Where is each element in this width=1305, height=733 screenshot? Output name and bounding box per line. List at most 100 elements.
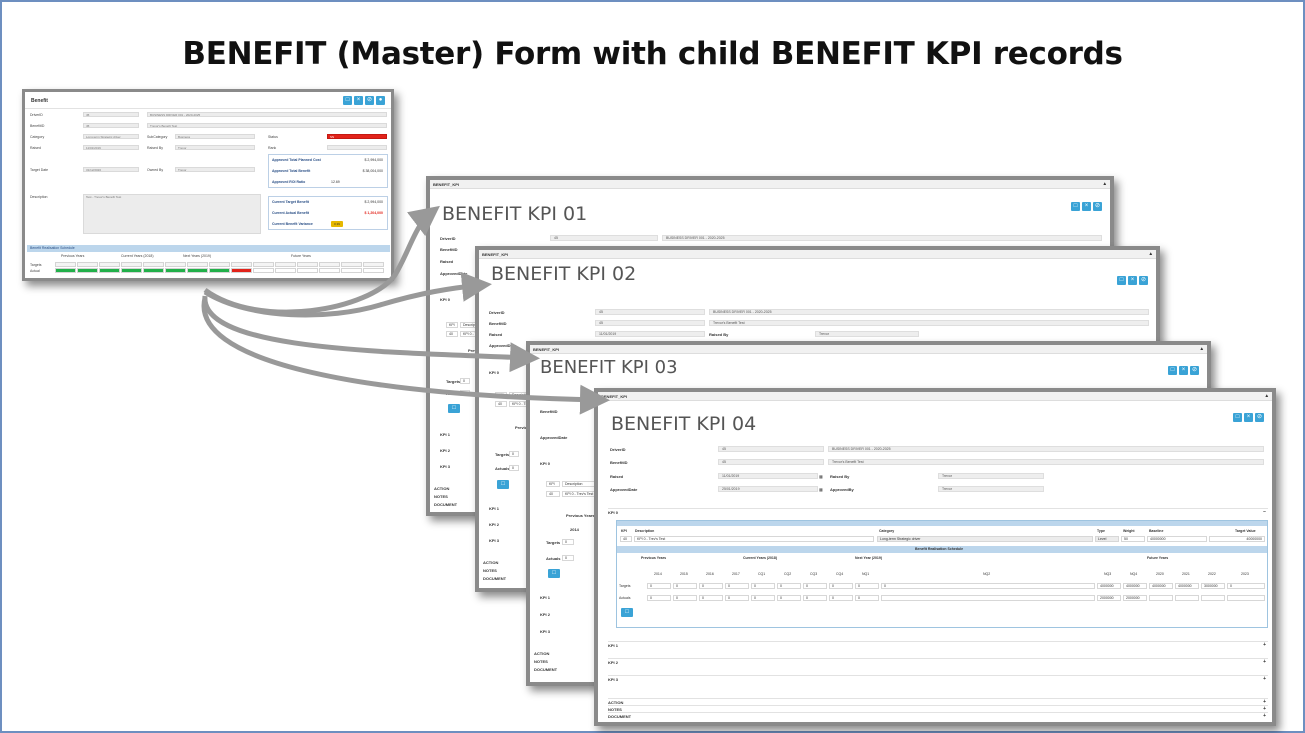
kpi-row-id[interactable]: 40	[546, 491, 560, 497]
notes-section[interactable]: NOTES	[534, 659, 548, 664]
calendar-icon[interactable]: ▦	[819, 474, 823, 479]
driver-name-field[interactable]: BUSINESS DRIVER 001 - 2020-2025	[828, 446, 1264, 452]
save-icon[interactable]: □	[1168, 366, 1177, 375]
kpi-weight-cell[interactable]: 50	[1121, 536, 1145, 542]
target-cell[interactable]: 0	[881, 583, 1095, 589]
kpi1-section-header[interactable]: KPI 1 +	[608, 641, 1268, 648]
kpi-target-value-cell[interactable]: 40000000	[1209, 536, 1265, 542]
driver-id-field[interactable]: 45	[83, 112, 139, 117]
driver-name-field[interactable]: BUSINESS DRIVER 001 - 2020-2025	[147, 112, 387, 117]
add-row-button[interactable]: □	[548, 569, 560, 578]
kpi-row-desc[interactable]: KPI 0 - Trev's Test	[562, 491, 596, 497]
actual-cell[interactable]	[1201, 595, 1225, 601]
driver-id-field[interactable]: 45	[595, 309, 705, 315]
benefit-id-field[interactable]: 45	[718, 459, 824, 465]
subcategory-select[interactable]: Business	[175, 134, 255, 139]
benefit-name-field[interactable]: Trevor's Benefit Test	[147, 123, 387, 128]
kpi-type-select[interactable]: Level	[1095, 536, 1119, 542]
actual-cell[interactable]: 0	[855, 595, 879, 601]
delete-icon[interactable]: ⊘	[365, 96, 374, 105]
save-icon[interactable]: □	[1071, 202, 1080, 211]
close-icon[interactable]: ×	[1244, 413, 1253, 422]
notes-section[interactable]: NOTES +	[608, 705, 1268, 712]
raised-by-select[interactable]: Trevor	[938, 473, 1044, 479]
collapse-icon[interactable]: −	[1263, 509, 1266, 516]
raised-date-field[interactable]: 11/01/2019	[595, 331, 705, 337]
kpi-id-cell[interactable]: 40	[620, 536, 632, 542]
collapse-icon[interactable]: ▴	[1200, 345, 1203, 354]
add-row-button[interactable]: □	[448, 404, 460, 413]
actual-cell[interactable]: 0	[509, 465, 519, 471]
target-date-field[interactable]: 31/12/2020	[83, 167, 139, 172]
expand-icon[interactable]: +	[1263, 642, 1266, 649]
actual-cell[interactable]	[881, 595, 1095, 601]
kpi-row-id[interactable]: 40	[495, 401, 507, 407]
action-section[interactable]: ACTION	[483, 560, 498, 565]
target-cell[interactable]: 0	[1227, 583, 1265, 589]
target-cell[interactable]: 4000000	[1149, 583, 1173, 589]
close-icon[interactable]: ×	[1128, 276, 1137, 285]
delete-icon[interactable]: ⊘	[1190, 366, 1199, 375]
save-icon[interactable]: □	[1233, 413, 1242, 422]
target-cell[interactable]: 0	[460, 378, 470, 384]
kpi3-section-header[interactable]: KPI 3 +	[608, 675, 1268, 682]
owned-by-select[interactable]: Trevor	[175, 167, 255, 172]
expand-icon[interactable]: +	[1263, 659, 1266, 666]
close-icon[interactable]: ×	[1082, 202, 1091, 211]
target-cell[interactable]: 0	[829, 583, 853, 589]
benefit-name-field[interactable]: Trevor's Benefit Test	[709, 320, 1149, 326]
close-icon[interactable]: ×	[1179, 366, 1188, 375]
notes-section[interactable]: NOTES	[434, 494, 448, 499]
actual-cell[interactable]	[1175, 595, 1199, 601]
benefit-id-field[interactable]: 45	[595, 320, 705, 326]
description-textarea[interactable]: Test - Trevor's Benefit Test	[83, 194, 261, 234]
actual-cell[interactable]: 2000000	[1123, 595, 1147, 601]
actual-cell[interactable]: 0	[751, 595, 775, 601]
kpi2-section-header[interactable]: KPI 2 +	[608, 658, 1268, 665]
target-cell[interactable]: 0	[647, 583, 671, 589]
save-icon[interactable]: □	[1117, 276, 1126, 285]
approved-date-field[interactable]: 25/01/2019	[718, 486, 818, 492]
target-cell[interactable]: 0	[509, 451, 519, 457]
approved-by-select[interactable]: Trevor	[938, 486, 1044, 492]
actual-cell[interactable]: 0	[647, 595, 671, 601]
actual-cell[interactable]: 0	[699, 595, 723, 601]
delete-icon[interactable]: ⊘	[1093, 202, 1102, 211]
actual-cell[interactable]: 0	[803, 595, 827, 601]
target-cell[interactable]: 0	[699, 583, 723, 589]
document-section[interactable]: DOCUMENT +	[608, 712, 1268, 719]
expand-icon[interactable]: +	[1263, 713, 1266, 720]
rank-field[interactable]	[327, 145, 387, 150]
delete-icon[interactable]: ⊘	[1139, 276, 1148, 285]
target-cell[interactable]: 4000000	[1123, 583, 1147, 589]
actual-cell[interactable]: 0	[725, 595, 749, 601]
target-cell[interactable]: 4000000	[1097, 583, 1121, 589]
driver-name-field[interactable]: BUSINESS DRIVER 001 - 2020-2025	[662, 235, 1102, 241]
collapse-icon[interactable]: ▴	[1265, 392, 1268, 401]
target-cell[interactable]: 3000000	[1201, 583, 1225, 589]
document-section[interactable]: DOCUMENT	[534, 667, 557, 672]
actual-cell[interactable]: 0	[460, 390, 470, 396]
add-row-button[interactable]: □	[621, 608, 633, 617]
raised-date-field[interactable]: 11/01/2019	[718, 473, 818, 479]
help-icon[interactable]: ●	[376, 96, 385, 105]
benefit-name-field[interactable]: Trevor's Benefit Test	[828, 459, 1264, 465]
expand-icon[interactable]: +	[1263, 676, 1266, 683]
target-cell[interactable]: 0	[777, 583, 801, 589]
target-cell[interactable]: 4000000	[1175, 583, 1199, 589]
category-select[interactable]: Long-term Strategic driver	[83, 134, 139, 139]
target-cell[interactable]: 0	[725, 583, 749, 589]
kpi-baseline-cell[interactable]: 40000000	[1147, 536, 1207, 542]
target-cell[interactable]: 0	[673, 583, 697, 589]
target-cell[interactable]: 0	[803, 583, 827, 589]
raised-date-field[interactable]: 11/01/2019	[83, 145, 139, 150]
kpi-row-id[interactable]: 40	[446, 331, 458, 337]
calendar-icon[interactable]: ▦	[819, 487, 823, 492]
actual-cell[interactable]	[1227, 595, 1265, 601]
action-section[interactable]: ACTION	[534, 651, 549, 656]
benefit-id-field[interactable]: 45	[83, 123, 139, 128]
save-icon[interactable]: □	[343, 96, 352, 105]
raised-by-select[interactable]: Trevor	[815, 331, 919, 337]
actual-cell[interactable]: 0	[673, 595, 697, 601]
target-cell[interactable]: 0	[562, 539, 574, 545]
